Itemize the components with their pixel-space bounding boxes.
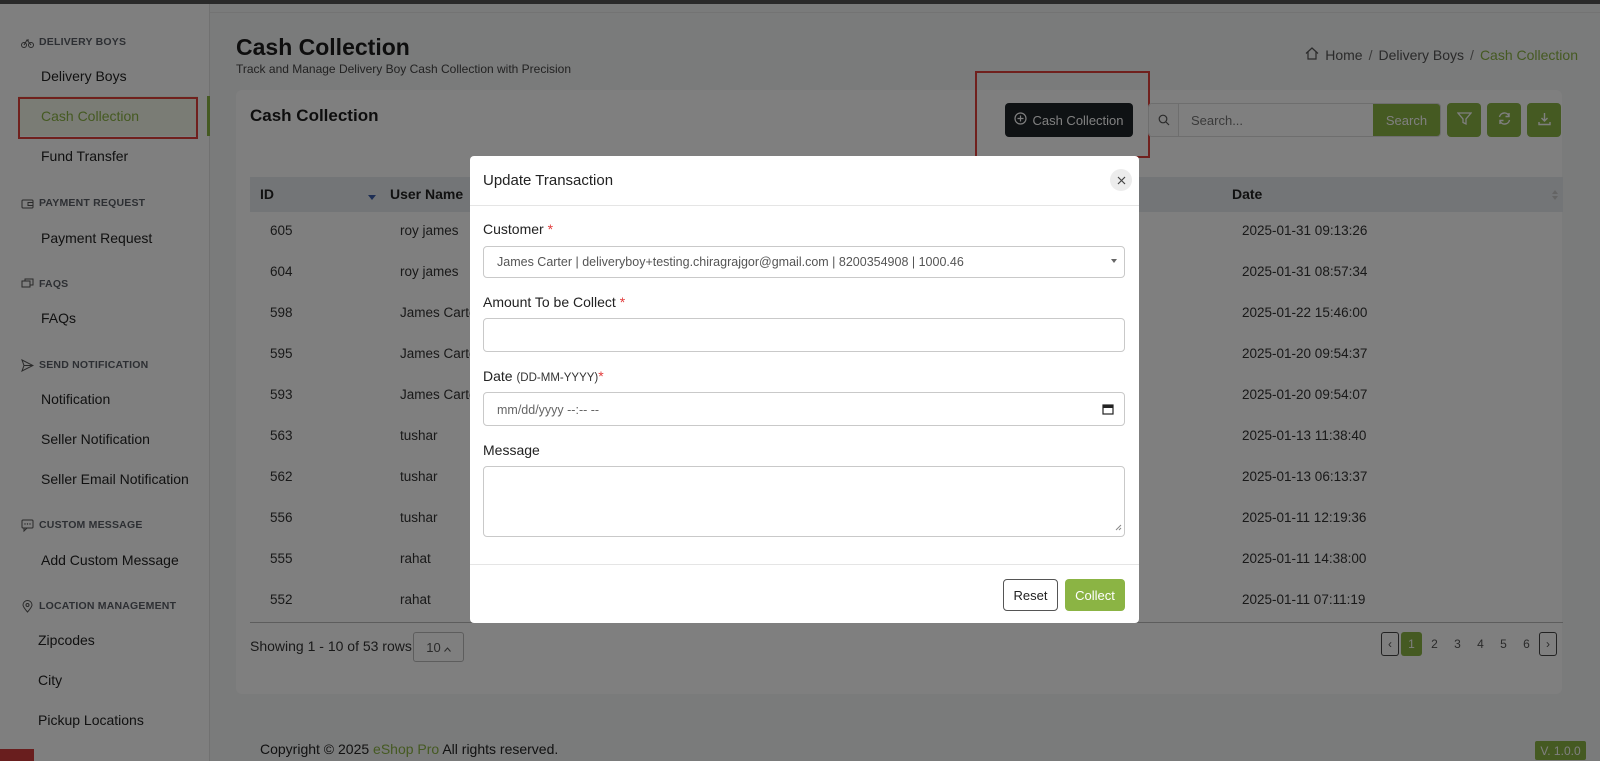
close-button[interactable] <box>1110 169 1132 191</box>
date-format-hint: (DD-MM-YYYY) <box>516 372 599 384</box>
message-textarea[interactable] <box>483 466 1125 537</box>
amount-label: Amount To be Collect * <box>483 294 625 310</box>
update-transaction-modal: Update Transaction Customer * James Cart… <box>470 156 1139 623</box>
close-icon <box>1117 172 1126 188</box>
modal-header: Update Transaction <box>470 156 1139 206</box>
customer-select[interactable]: James Carter | deliveryboy+testing.chira… <box>483 246 1125 278</box>
date-input[interactable]: mm/dd/yyyy --:-- -- <box>483 392 1125 426</box>
required-mark: * <box>547 221 554 237</box>
modal-title: Update Transaction <box>483 172 614 189</box>
label-text: Customer <box>483 221 544 237</box>
label-text: Date <box>483 368 513 384</box>
label-text: Amount To be Collect <box>483 294 616 310</box>
calendar-icon[interactable] <box>1102 403 1114 418</box>
required-mark: * <box>598 368 604 384</box>
collect-button[interactable]: Collect <box>1065 579 1125 611</box>
chevron-down-icon <box>1111 259 1117 263</box>
date-label: Date (DD-MM-YYYY)* <box>483 368 604 384</box>
date-placeholder: mm/dd/yyyy --:-- -- <box>497 403 600 417</box>
divider <box>470 564 1139 565</box>
customer-label: Customer * <box>483 221 553 237</box>
message-label: Message <box>483 442 540 458</box>
required-mark: * <box>619 294 626 310</box>
amount-input[interactable] <box>483 318 1125 352</box>
reset-button[interactable]: Reset <box>1003 579 1058 611</box>
customer-selected-value: James Carter | deliveryboy+testing.chira… <box>497 255 964 269</box>
resize-handle-icon[interactable] <box>1115 518 1122 534</box>
